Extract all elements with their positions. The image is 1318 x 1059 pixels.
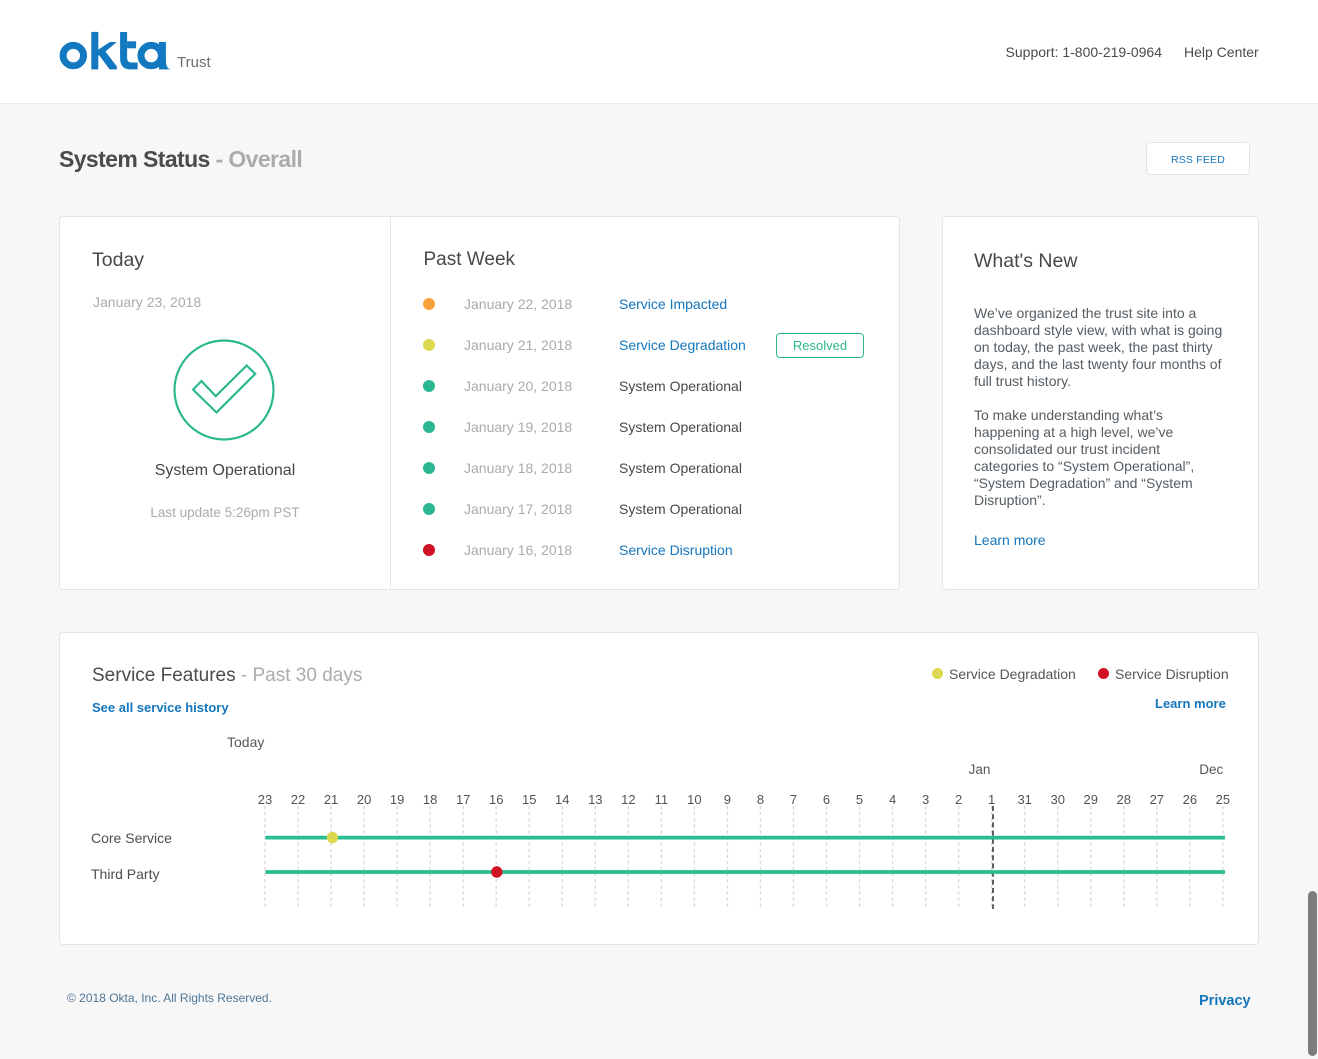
svg-text:25: 25 [1216, 792, 1230, 807]
svg-text:19: 19 [390, 792, 404, 807]
svg-text:14: 14 [555, 792, 569, 807]
svg-text:13: 13 [588, 792, 602, 807]
svg-text:20: 20 [357, 792, 371, 807]
svg-text:Jan: Jan [969, 762, 991, 777]
svg-text:Dec: Dec [1199, 762, 1223, 777]
svg-text:30: 30 [1050, 792, 1064, 807]
svg-text:15: 15 [522, 792, 536, 807]
svg-text:11: 11 [655, 792, 669, 807]
svg-text:12: 12 [621, 792, 635, 807]
svg-text:10: 10 [687, 792, 701, 807]
svg-text:4: 4 [889, 792, 896, 807]
svg-text:6: 6 [823, 792, 830, 807]
svg-text:26: 26 [1183, 792, 1197, 807]
svg-text:27: 27 [1150, 792, 1164, 807]
svg-text:2: 2 [955, 792, 962, 807]
svg-text:1: 1 [988, 792, 995, 807]
svg-text:16: 16 [489, 792, 503, 807]
svg-text:3: 3 [922, 792, 929, 807]
svg-text:8: 8 [757, 792, 764, 807]
svg-text:17: 17 [456, 792, 470, 807]
svg-text:18: 18 [423, 792, 437, 807]
svg-text:7: 7 [790, 792, 797, 807]
svg-text:28: 28 [1117, 792, 1131, 807]
svg-text:21: 21 [324, 792, 338, 807]
svg-text:29: 29 [1084, 792, 1098, 807]
svg-text:31: 31 [1017, 792, 1031, 807]
svg-text:22: 22 [291, 792, 305, 807]
svg-text:5: 5 [856, 792, 863, 807]
svg-text:23: 23 [258, 792, 272, 807]
svg-text:9: 9 [724, 792, 731, 807]
